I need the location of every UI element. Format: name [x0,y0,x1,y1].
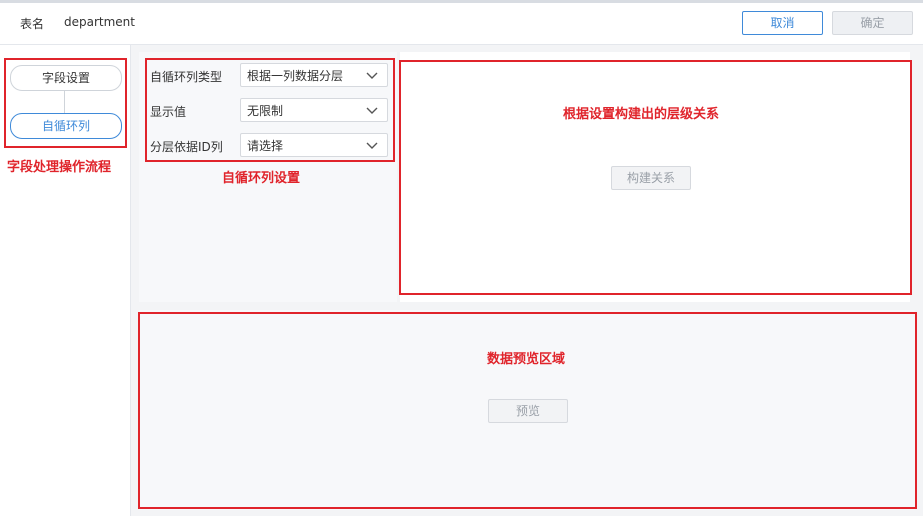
step-flow-annotation: 字段处理操作流程 [7,160,112,175]
step-flow-highlight [4,58,127,148]
hierarchy-highlight [399,60,912,295]
preview-highlight [138,312,917,509]
hierarchy-annotation: 根据设置构建出的层级关系 [563,107,720,122]
cancel-button[interactable]: 取消 [742,11,823,35]
confirm-button[interactable]: 确定 [832,11,913,35]
settings-annotation: 自循环列设置 [222,171,301,186]
table-name-value: department [64,15,135,29]
top-border [0,0,923,3]
table-name-label: 表名 [20,17,45,31]
settings-highlight [145,58,395,162]
preview-annotation: 数据预览区域 [487,352,566,367]
